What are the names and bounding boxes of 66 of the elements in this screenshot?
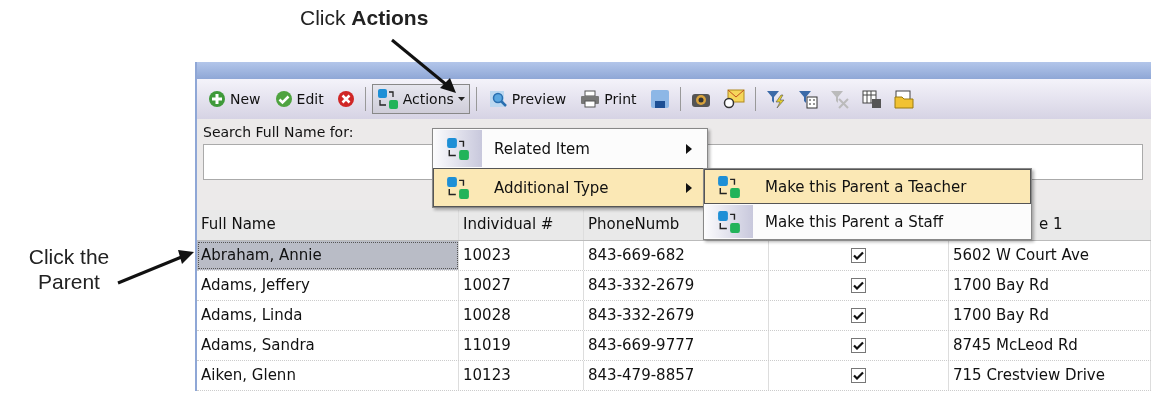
caret-icon: [457, 97, 465, 101]
edit-button[interactable]: Edit: [269, 84, 329, 114]
floppy-icon: [649, 89, 670, 109]
table-cell: 843-669-682: [584, 241, 769, 270]
swap-icon: [446, 175, 470, 200]
checkbox[interactable]: [851, 278, 866, 293]
actions-button[interactable]: Actions: [371, 84, 470, 114]
submenu-arrow-icon: [686, 183, 692, 193]
checkmark-icon: [853, 281, 864, 290]
menu-item[interactable]: Make this Parent a Staff: [704, 204, 1031, 239]
checkmark-icon: [853, 311, 864, 320]
check-icon: [274, 90, 293, 108]
filter-icon: [765, 89, 786, 109]
table-cell: 5602 W Court Ave: [949, 241, 1151, 270]
checkmark-icon: [853, 341, 864, 350]
magnifier-icon: [487, 89, 508, 109]
table-cell: 843-669-9777: [584, 331, 769, 360]
callout-text: Click the Parent: [27, 244, 111, 294]
add-icon: [208, 90, 226, 108]
table-cell: 843-479-8857: [584, 361, 769, 390]
table-cell: 10027: [459, 271, 584, 300]
swap-icon: [376, 88, 399, 110]
callout-arrow: [391, 38, 456, 93]
table-icon: [861, 89, 882, 109]
folder-icon: [893, 89, 914, 109]
filter-icon: [829, 89, 850, 109]
table-cell: 10028: [459, 301, 584, 330]
checkmark-icon: [853, 251, 864, 260]
submenu-arrow-icon: [686, 144, 692, 154]
column-header[interactable]: Full Name: [201, 215, 276, 233]
table-cell: 1700 Bay Rd: [949, 301, 1151, 330]
table-cell[interactable]: Adams, Jeffery: [197, 271, 459, 300]
checkbox[interactable]: [851, 338, 866, 353]
delete-icon: [336, 90, 355, 108]
checkbox[interactable]: [851, 248, 866, 263]
menu-item[interactable]: Related Item: [433, 129, 707, 168]
table-cell: 11019: [459, 331, 584, 360]
table-cell[interactable]: Adams, Linda: [197, 301, 459, 330]
filter-icon: [797, 89, 818, 109]
table-cell: 8745 McLeod Rd: [949, 331, 1151, 360]
table-cell: 10023: [459, 241, 584, 270]
column-header[interactable]: Individual #: [463, 215, 554, 233]
callout-text: Click Actions: [300, 6, 429, 30]
swap-icon: [446, 136, 470, 161]
table-cell[interactable]: Adams, Sandra: [197, 331, 459, 360]
table-cell: 843-332-2679: [584, 301, 769, 330]
column-header[interactable]: e 1: [1039, 215, 1063, 233]
preview-button[interactable]: Preview: [482, 84, 572, 114]
swap-icon: [717, 209, 741, 234]
envelope-icon: [722, 89, 745, 109]
checkbox[interactable]: [851, 368, 866, 383]
table-cell[interactable]: Abraham, Annie: [197, 241, 459, 270]
table-cell: 10123: [459, 361, 584, 390]
table-cell: 715 Crestview Drive: [949, 361, 1151, 390]
swap-icon: [717, 174, 741, 199]
printer-icon: [580, 90, 601, 108]
column-header[interactable]: PhoneNumb: [588, 215, 680, 233]
checkbox[interactable]: [851, 308, 866, 323]
checkmark-icon: [853, 371, 864, 380]
table-cell: 843-332-2679: [584, 271, 769, 300]
table-cell[interactable]: Aiken, Glenn: [197, 361, 459, 390]
table-cell: 1700 Bay Rd: [949, 271, 1151, 300]
new-button[interactable]: New: [203, 84, 266, 114]
menu-item[interactable]: Make this Parent a Teacher: [704, 169, 1031, 204]
print-button[interactable]: Print: [575, 84, 642, 114]
search-label: Search Full Name for:: [203, 124, 355, 140]
